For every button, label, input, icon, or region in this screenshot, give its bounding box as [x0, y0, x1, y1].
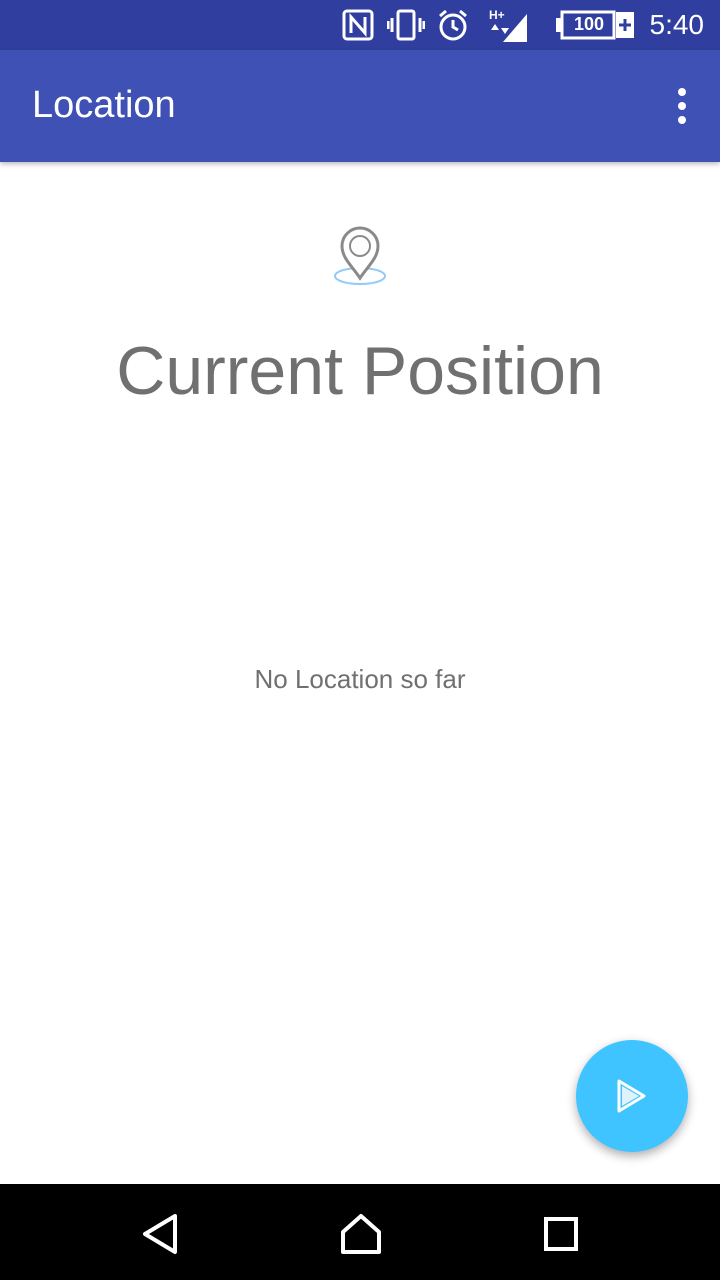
recents-icon[interactable] [543, 1212, 579, 1257]
home-icon[interactable] [339, 1212, 383, 1261]
overflow-menu-icon[interactable] [670, 86, 694, 126]
status-time: 5:40 [649, 9, 705, 40]
alarm-icon [437, 8, 469, 47]
battery-icon: 100 [556, 10, 636, 45]
signal-icon: H+ [487, 8, 531, 49]
empty-location-message: No Location so far [254, 664, 466, 694]
nfc-icon [341, 8, 375, 47]
vibrate-icon [386, 8, 426, 47]
status-bar: H+ 100 5:40 [0, 0, 720, 50]
app-bar: Location [0, 50, 720, 162]
page-title: Location [32, 84, 176, 126]
current-position-heading: Current Position [116, 333, 604, 409]
play-icon [617, 1079, 646, 1113]
main-content: Current Position No Location so far [0, 162, 720, 1184]
svg-text:H+: H+ [489, 8, 505, 22]
back-icon[interactable] [140, 1212, 180, 1261]
start-button[interactable] [576, 1040, 688, 1152]
location-pin-icon [330, 226, 390, 288]
battery-level: 100 [573, 14, 605, 34]
navigation-bar [0, 1184, 720, 1280]
